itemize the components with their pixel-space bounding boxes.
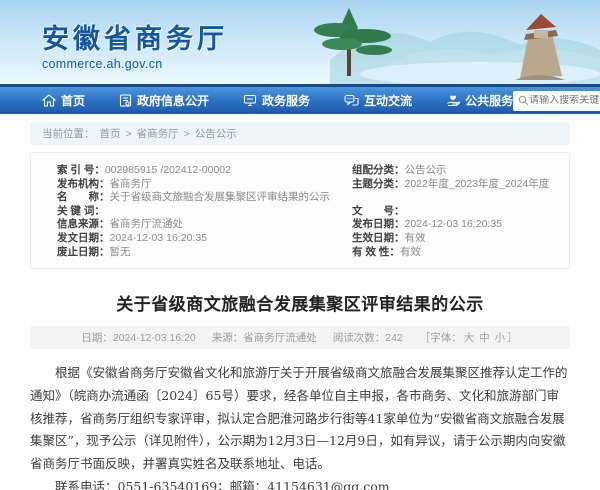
meta-row-category: 组配分类：公告公示 — [352, 164, 559, 178]
article-paragraph: 根据《安徽省商务厅安徽省文化和旅游厅关于开展省级商文旅融合发展集聚区推荐认定工作… — [30, 362, 570, 476]
font-size-small-button[interactable]: 小 — [495, 332, 506, 344]
meta-row-publish-date: 发布日期：2024-12-03 16:20:35 — [352, 218, 559, 232]
meta-row-doc-number: 文 号： — [352, 205, 559, 219]
contact-info: 联系电话：0551-63540169；邮箱：41154631@qq.com — [30, 476, 570, 490]
page-title: 关于省级商文旅融合发展集聚区评审结果的公示 — [0, 290, 600, 315]
nav-item-label: 公共服务 — [465, 92, 513, 109]
meta-row-issue-date: 发文日期：2024-12-03 16:20:35 — [57, 232, 352, 246]
home-icon — [42, 94, 56, 107]
article-body: 根据《安徽省商务厅安徽省文化和旅游厅关于开展省级商文旅融合发展集聚区推荐认定工作… — [30, 362, 570, 476]
article-date: 日期：2024-12-03 16:20 — [81, 330, 195, 345]
banner-scenery-image — [270, 0, 600, 84]
meta-row-keywords: 关 键 词： — [57, 205, 352, 219]
meta-row-validity: 有 效 性：有效 — [352, 246, 559, 260]
search-box — [513, 91, 600, 111]
font-size-switcher: ［字体：大 中 小］ — [419, 330, 519, 345]
site-banner: 安徽省商务厅 commerce.ah.gov.cn — [0, 0, 600, 84]
breadcrumb: 当前位置： 首页 > 省商务厅 > 公告公示 — [30, 122, 570, 145]
nav-item-public-service[interactable]: 公共服务 — [446, 92, 513, 109]
info-disclosure-icon — [119, 94, 132, 107]
breadcrumb-separator: > — [126, 128, 132, 140]
article-meta-bar: 日期：2024-12-03 16:20 来源：省商务厅流通处 阅读次数：242 … — [30, 326, 570, 349]
meta-row-info-source: 信息来源：省商务厅流通处 — [57, 218, 352, 232]
nav-item-label: 政务服务 — [262, 92, 310, 109]
meta-row-index-number: 索 引 号：002985915 /202412-00002 — [57, 164, 352, 178]
site-logo[interactable]: 安徽省商务厅 commerce.ah.gov.cn — [42, 17, 228, 71]
meta-row-spacer — [352, 191, 559, 205]
meta-row-topic-category: 主题分类：2022年度_2023年度_2024年度 — [352, 178, 559, 192]
interaction-icon — [344, 94, 359, 107]
nav-item-label: 首页 — [61, 92, 85, 109]
font-size-medium-button[interactable]: 中 — [479, 332, 490, 344]
breadcrumb-home[interactable]: 首页 — [100, 126, 121, 141]
meta-row-doc-name: 名 称：关于省级商文旅融合发展集聚区评审结果的公示 — [57, 191, 352, 205]
nav-item-gov-services[interactable]: 政务服务 — [243, 92, 310, 109]
nav-item-label: 政府信息公开 — [137, 92, 209, 109]
site-url: commerce.ah.gov.cn — [42, 57, 228, 71]
public-service-icon — [446, 94, 460, 107]
breadcrumb-separator: > — [184, 128, 190, 140]
meta-row-effective-date: 生效日期：有效 — [352, 232, 559, 246]
document-metadata-panel: 索 引 号：002985915 /202412-00002 发布机构：省商务厅 … — [30, 152, 570, 269]
font-size-large-button[interactable]: 大 — [464, 332, 475, 344]
site-name: 安徽省商务厅 — [42, 17, 228, 56]
meta-row-publisher: 发布机构：省商务厅 — [57, 178, 352, 192]
nav-item-info-disclosure[interactable]: 政府信息公开 — [119, 92, 209, 109]
nav-item-label: 互动交流 — [364, 92, 412, 109]
breadcrumb-dept[interactable]: 省商务厅 — [137, 126, 179, 141]
main-navbar: 首页 政府信息公开 政务服务 互动交流 公共服务 搜索 — [0, 84, 600, 114]
article-views: 阅读次数：242 — [333, 330, 403, 345]
search-input[interactable] — [529, 95, 600, 106]
meta-row-repeal-date: 废止日期：暂无 — [57, 246, 352, 260]
nav-item-interaction[interactable]: 互动交流 — [344, 92, 412, 109]
article-source: 来源：省商务厅流通处 — [212, 330, 317, 345]
breadcrumb-prefix: 当前位置： — [42, 126, 95, 141]
gov-services-icon — [243, 94, 257, 107]
breadcrumb-current[interactable]: 公告公示 — [195, 126, 237, 141]
nav-item-home[interactable]: 首页 — [42, 92, 85, 109]
search-icon — [518, 95, 529, 106]
